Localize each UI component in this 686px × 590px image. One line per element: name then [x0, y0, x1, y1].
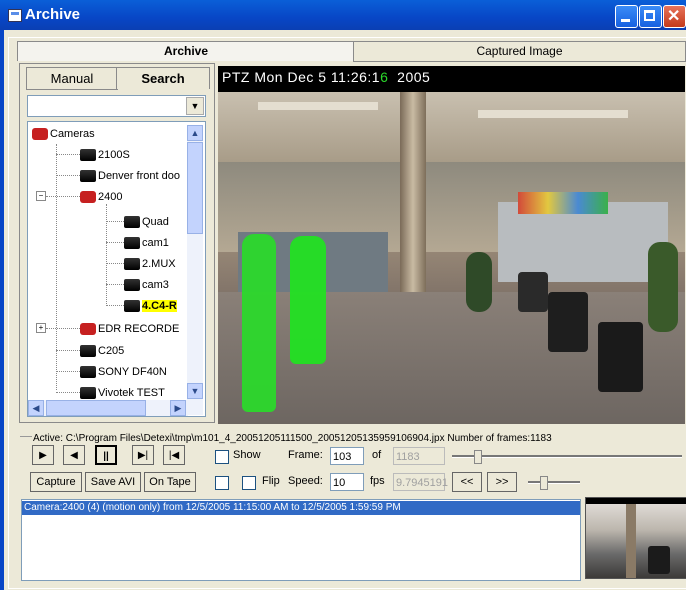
window-title: Archive	[25, 6, 81, 23]
window-icon	[8, 9, 22, 22]
flip-checkbox[interactable]	[242, 476, 256, 490]
camera-icon	[80, 170, 96, 183]
tab-captured-image[interactable]: Captured Image	[353, 41, 686, 62]
h-scroll-thumb[interactable]	[46, 400, 146, 416]
tab-manual[interactable]: Manual	[26, 67, 118, 90]
camera-icon	[80, 149, 96, 162]
scroll-thumb[interactable]	[187, 142, 203, 234]
play-button[interactable]: ▶	[32, 445, 54, 465]
speed-slider-thumb[interactable]	[540, 476, 548, 490]
list-item[interactable]: Camera:2400 (4) (motion only) from 12/5/…	[22, 501, 580, 515]
save-avi-button[interactable]: Save AVI	[85, 472, 141, 492]
scroll-left-button[interactable]: ◀	[28, 400, 44, 416]
motion-highlight-person	[290, 236, 326, 364]
tree-item-4c4r[interactable]: 4.C4-R	[124, 298, 177, 314]
next-button[interactable]: >>	[487, 472, 517, 492]
tree-item-2mux[interactable]: 2.MUX	[124, 256, 176, 272]
tree-item-2100s[interactable]: 2100S	[80, 147, 130, 163]
tab-archive[interactable]: Archive	[17, 41, 355, 61]
camera-icon	[80, 387, 96, 400]
show-label: Show	[233, 449, 261, 461]
close-icon: ✕	[667, 8, 681, 25]
motion-highlight-person	[242, 234, 276, 412]
step-forward-button[interactable]: ▶|	[132, 445, 154, 465]
reverse-button[interactable]: ◀	[63, 445, 85, 465]
frame-slider-thumb[interactable]	[474, 450, 482, 464]
scroll-down-button[interactable]: ▼	[187, 383, 203, 399]
chevron-down-icon[interactable]: ▼	[186, 97, 204, 115]
tree-item-sony[interactable]: SONY DF40N	[80, 364, 167, 380]
frame-label: Frame:	[288, 449, 323, 461]
tree-item-cameras[interactable]: Cameras	[32, 126, 95, 142]
camera-tree[interactable]: − + Cameras 2100S Denver front doo 2400 …	[27, 121, 206, 417]
camera-icon	[124, 279, 140, 292]
tree-item-denver[interactable]: Denver front doo	[80, 168, 180, 184]
tree-item-vivotek[interactable]: Vivotek TEST	[80, 385, 165, 401]
show-checkbox[interactable]	[215, 450, 229, 464]
speed-label: Speed:	[288, 475, 323, 487]
maximize-button[interactable]	[639, 5, 662, 28]
tree-item-2400[interactable]: 2400	[80, 189, 122, 205]
captured-thumbnail[interactable]	[585, 497, 686, 579]
recorder-icon	[80, 323, 96, 336]
previous-button[interactable]: <<	[452, 472, 482, 492]
tree-item-quad[interactable]: Quad	[124, 214, 169, 230]
scroll-right-button[interactable]: ▶	[170, 400, 186, 416]
fps-field: 9.7945191	[393, 473, 448, 491]
camera-icon	[124, 237, 140, 250]
tree-item-cam1[interactable]: cam1	[124, 235, 169, 251]
active-file-status: Active: C:\Program Files\Detexi\tmp\m101…	[33, 433, 552, 444]
on-tape-button[interactable]: On Tape	[144, 472, 196, 492]
tab-search[interactable]: Search	[116, 67, 210, 89]
tree-item-edr-recorder[interactable]: EDR RECORDE	[80, 321, 179, 337]
of-label: of	[372, 449, 382, 461]
camera-icon	[124, 216, 140, 229]
title-bar[interactable]	[0, 0, 686, 30]
pause-button[interactable]: ||	[95, 445, 117, 465]
camera-image	[218, 92, 685, 424]
frame-slider[interactable]	[452, 455, 682, 458]
option-checkbox[interactable]	[215, 476, 229, 490]
step-back-button[interactable]: |◀	[163, 445, 185, 465]
flip-label: Flip	[262, 475, 280, 487]
speed-input[interactable]: 10	[330, 473, 364, 491]
frame-input[interactable]: 103	[330, 447, 364, 465]
collapse-2400-toggle[interactable]: −	[36, 191, 46, 201]
scroll-up-button[interactable]: ▲	[187, 125, 203, 141]
capture-button[interactable]: Capture	[30, 472, 82, 492]
minimize-icon	[621, 19, 630, 22]
tree-item-cam3[interactable]: cam3	[124, 277, 169, 293]
minimize-button[interactable]	[615, 5, 638, 28]
camera-icon	[124, 258, 140, 271]
group-line	[20, 436, 32, 437]
camera-icon	[80, 366, 96, 379]
speed-slider[interactable]	[528, 481, 580, 484]
camera-group-icon	[32, 128, 48, 141]
close-button[interactable]: ✕	[663, 5, 686, 28]
video-timestamp: PTZ Mon Dec 5 11:26:16 2005	[222, 69, 431, 85]
window-border	[0, 30, 4, 590]
expand-edr-toggle[interactable]: +	[36, 323, 46, 333]
camera-group-icon	[80, 191, 96, 204]
maximize-icon	[644, 10, 655, 21]
camera-combo[interactable]: ▼	[27, 95, 206, 117]
fps-label: fps	[370, 475, 385, 487]
total-frames-field: 1183	[393, 447, 445, 465]
camera-icon	[80, 345, 96, 358]
tree-item-c205[interactable]: C205	[80, 343, 124, 359]
camera-icon	[124, 300, 140, 313]
